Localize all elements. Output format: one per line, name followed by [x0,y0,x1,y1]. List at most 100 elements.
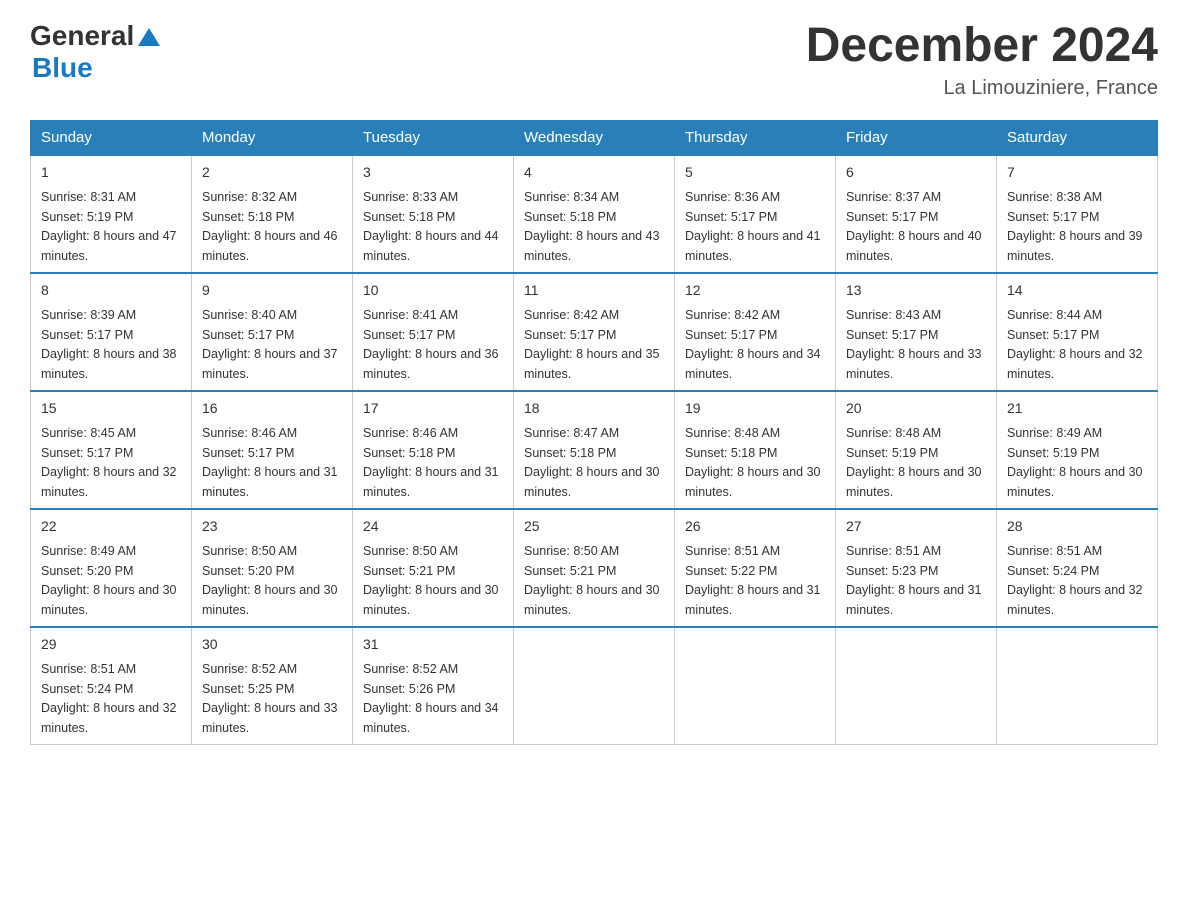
col-saturday: Saturday [997,120,1158,155]
col-friday: Friday [836,120,997,155]
table-row: 27 Sunrise: 8:51 AMSunset: 5:23 PMDaylig… [836,509,997,627]
day-number: 14 [1007,280,1147,301]
col-tuesday: Tuesday [353,120,514,155]
calendar-week-row: 1 Sunrise: 8:31 AMSunset: 5:19 PMDayligh… [31,155,1158,273]
calendar-header-row: Sunday Monday Tuesday Wednesday Thursday… [31,120,1158,155]
calendar-table: Sunday Monday Tuesday Wednesday Thursday… [30,120,1158,745]
day-info: Sunrise: 8:42 AMSunset: 5:17 PMDaylight:… [524,308,660,381]
day-info: Sunrise: 8:50 AMSunset: 5:21 PMDaylight:… [363,544,499,617]
col-thursday: Thursday [675,120,836,155]
day-number: 4 [524,162,664,183]
calendar-week-row: 22 Sunrise: 8:49 AMSunset: 5:20 PMDaylig… [31,509,1158,627]
table-row: 20 Sunrise: 8:48 AMSunset: 5:19 PMDaylig… [836,391,997,509]
day-info: Sunrise: 8:33 AMSunset: 5:18 PMDaylight:… [363,190,499,263]
day-info: Sunrise: 8:31 AMSunset: 5:19 PMDaylight:… [41,190,177,263]
table-row: 24 Sunrise: 8:50 AMSunset: 5:21 PMDaylig… [353,509,514,627]
table-row: 4 Sunrise: 8:34 AMSunset: 5:18 PMDayligh… [514,155,675,273]
day-info: Sunrise: 8:43 AMSunset: 5:17 PMDaylight:… [846,308,982,381]
table-row: 6 Sunrise: 8:37 AMSunset: 5:17 PMDayligh… [836,155,997,273]
day-info: Sunrise: 8:42 AMSunset: 5:17 PMDaylight:… [685,308,821,381]
day-number: 22 [41,516,181,537]
page-title: December 2024 [806,20,1158,73]
page-header: General Blue December 2024 La Limouzinie… [30,20,1158,100]
day-info: Sunrise: 8:50 AMSunset: 5:21 PMDaylight:… [524,544,660,617]
day-number: 24 [363,516,503,537]
table-row: 22 Sunrise: 8:49 AMSunset: 5:20 PMDaylig… [31,509,192,627]
table-row: 30 Sunrise: 8:52 AMSunset: 5:25 PMDaylig… [192,627,353,745]
calendar-week-row: 8 Sunrise: 8:39 AMSunset: 5:17 PMDayligh… [31,273,1158,391]
table-row: 10 Sunrise: 8:41 AMSunset: 5:17 PMDaylig… [353,273,514,391]
day-info: Sunrise: 8:47 AMSunset: 5:18 PMDaylight:… [524,426,660,499]
table-row: 31 Sunrise: 8:52 AMSunset: 5:26 PMDaylig… [353,627,514,745]
table-row: 11 Sunrise: 8:42 AMSunset: 5:17 PMDaylig… [514,273,675,391]
day-number: 21 [1007,398,1147,419]
day-number: 25 [524,516,664,537]
day-number: 28 [1007,516,1147,537]
table-row [997,627,1158,745]
calendar-week-row: 15 Sunrise: 8:45 AMSunset: 5:17 PMDaylig… [31,391,1158,509]
table-row: 1 Sunrise: 8:31 AMSunset: 5:19 PMDayligh… [31,155,192,273]
table-row: 26 Sunrise: 8:51 AMSunset: 5:22 PMDaylig… [675,509,836,627]
table-row: 13 Sunrise: 8:43 AMSunset: 5:17 PMDaylig… [836,273,997,391]
day-info: Sunrise: 8:48 AMSunset: 5:18 PMDaylight:… [685,426,821,499]
day-number: 29 [41,634,181,655]
table-row: 12 Sunrise: 8:42 AMSunset: 5:17 PMDaylig… [675,273,836,391]
day-info: Sunrise: 8:50 AMSunset: 5:20 PMDaylight:… [202,544,338,617]
table-row: 15 Sunrise: 8:45 AMSunset: 5:17 PMDaylig… [31,391,192,509]
day-number: 31 [363,634,503,655]
table-row: 2 Sunrise: 8:32 AMSunset: 5:18 PMDayligh… [192,155,353,273]
day-number: 2 [202,162,342,183]
table-row: 17 Sunrise: 8:46 AMSunset: 5:18 PMDaylig… [353,391,514,509]
day-number: 12 [685,280,825,301]
day-info: Sunrise: 8:41 AMSunset: 5:17 PMDaylight:… [363,308,499,381]
table-row: 8 Sunrise: 8:39 AMSunset: 5:17 PMDayligh… [31,273,192,391]
table-row: 18 Sunrise: 8:47 AMSunset: 5:18 PMDaylig… [514,391,675,509]
table-row: 25 Sunrise: 8:50 AMSunset: 5:21 PMDaylig… [514,509,675,627]
col-sunday: Sunday [31,120,192,155]
logo: General Blue [30,20,160,84]
logo-general-text: General [30,20,134,52]
title-block: December 2024 La Limouziniere, France [806,20,1158,100]
day-info: Sunrise: 8:52 AMSunset: 5:25 PMDaylight:… [202,662,338,735]
day-info: Sunrise: 8:36 AMSunset: 5:17 PMDaylight:… [685,190,821,263]
table-row: 28 Sunrise: 8:51 AMSunset: 5:24 PMDaylig… [997,509,1158,627]
day-info: Sunrise: 8:45 AMSunset: 5:17 PMDaylight:… [41,426,177,499]
day-info: Sunrise: 8:37 AMSunset: 5:17 PMDaylight:… [846,190,982,263]
day-number: 18 [524,398,664,419]
day-number: 7 [1007,162,1147,183]
day-number: 3 [363,162,503,183]
day-number: 27 [846,516,986,537]
table-row: 16 Sunrise: 8:46 AMSunset: 5:17 PMDaylig… [192,391,353,509]
day-number: 19 [685,398,825,419]
col-monday: Monday [192,120,353,155]
day-number: 13 [846,280,986,301]
day-info: Sunrise: 8:39 AMSunset: 5:17 PMDaylight:… [41,308,177,381]
table-row: 29 Sunrise: 8:51 AMSunset: 5:24 PMDaylig… [31,627,192,745]
day-number: 11 [524,280,664,301]
table-row: 3 Sunrise: 8:33 AMSunset: 5:18 PMDayligh… [353,155,514,273]
table-row: 7 Sunrise: 8:38 AMSunset: 5:17 PMDayligh… [997,155,1158,273]
day-number: 9 [202,280,342,301]
logo-blue-text: Blue [32,52,93,84]
day-info: Sunrise: 8:52 AMSunset: 5:26 PMDaylight:… [363,662,499,735]
table-row: 21 Sunrise: 8:49 AMSunset: 5:19 PMDaylig… [997,391,1158,509]
table-row [514,627,675,745]
day-info: Sunrise: 8:48 AMSunset: 5:19 PMDaylight:… [846,426,982,499]
day-info: Sunrise: 8:46 AMSunset: 5:18 PMDaylight:… [363,426,499,499]
col-wednesday: Wednesday [514,120,675,155]
table-row [836,627,997,745]
day-info: Sunrise: 8:46 AMSunset: 5:17 PMDaylight:… [202,426,338,499]
day-number: 15 [41,398,181,419]
day-number: 6 [846,162,986,183]
table-row [675,627,836,745]
day-info: Sunrise: 8:49 AMSunset: 5:19 PMDaylight:… [1007,426,1143,499]
day-info: Sunrise: 8:34 AMSunset: 5:18 PMDaylight:… [524,190,660,263]
day-number: 26 [685,516,825,537]
day-info: Sunrise: 8:32 AMSunset: 5:18 PMDaylight:… [202,190,338,263]
day-number: 23 [202,516,342,537]
table-row: 5 Sunrise: 8:36 AMSunset: 5:17 PMDayligh… [675,155,836,273]
table-row: 9 Sunrise: 8:40 AMSunset: 5:17 PMDayligh… [192,273,353,391]
day-info: Sunrise: 8:38 AMSunset: 5:17 PMDaylight:… [1007,190,1143,263]
day-number: 5 [685,162,825,183]
day-info: Sunrise: 8:40 AMSunset: 5:17 PMDaylight:… [202,308,338,381]
